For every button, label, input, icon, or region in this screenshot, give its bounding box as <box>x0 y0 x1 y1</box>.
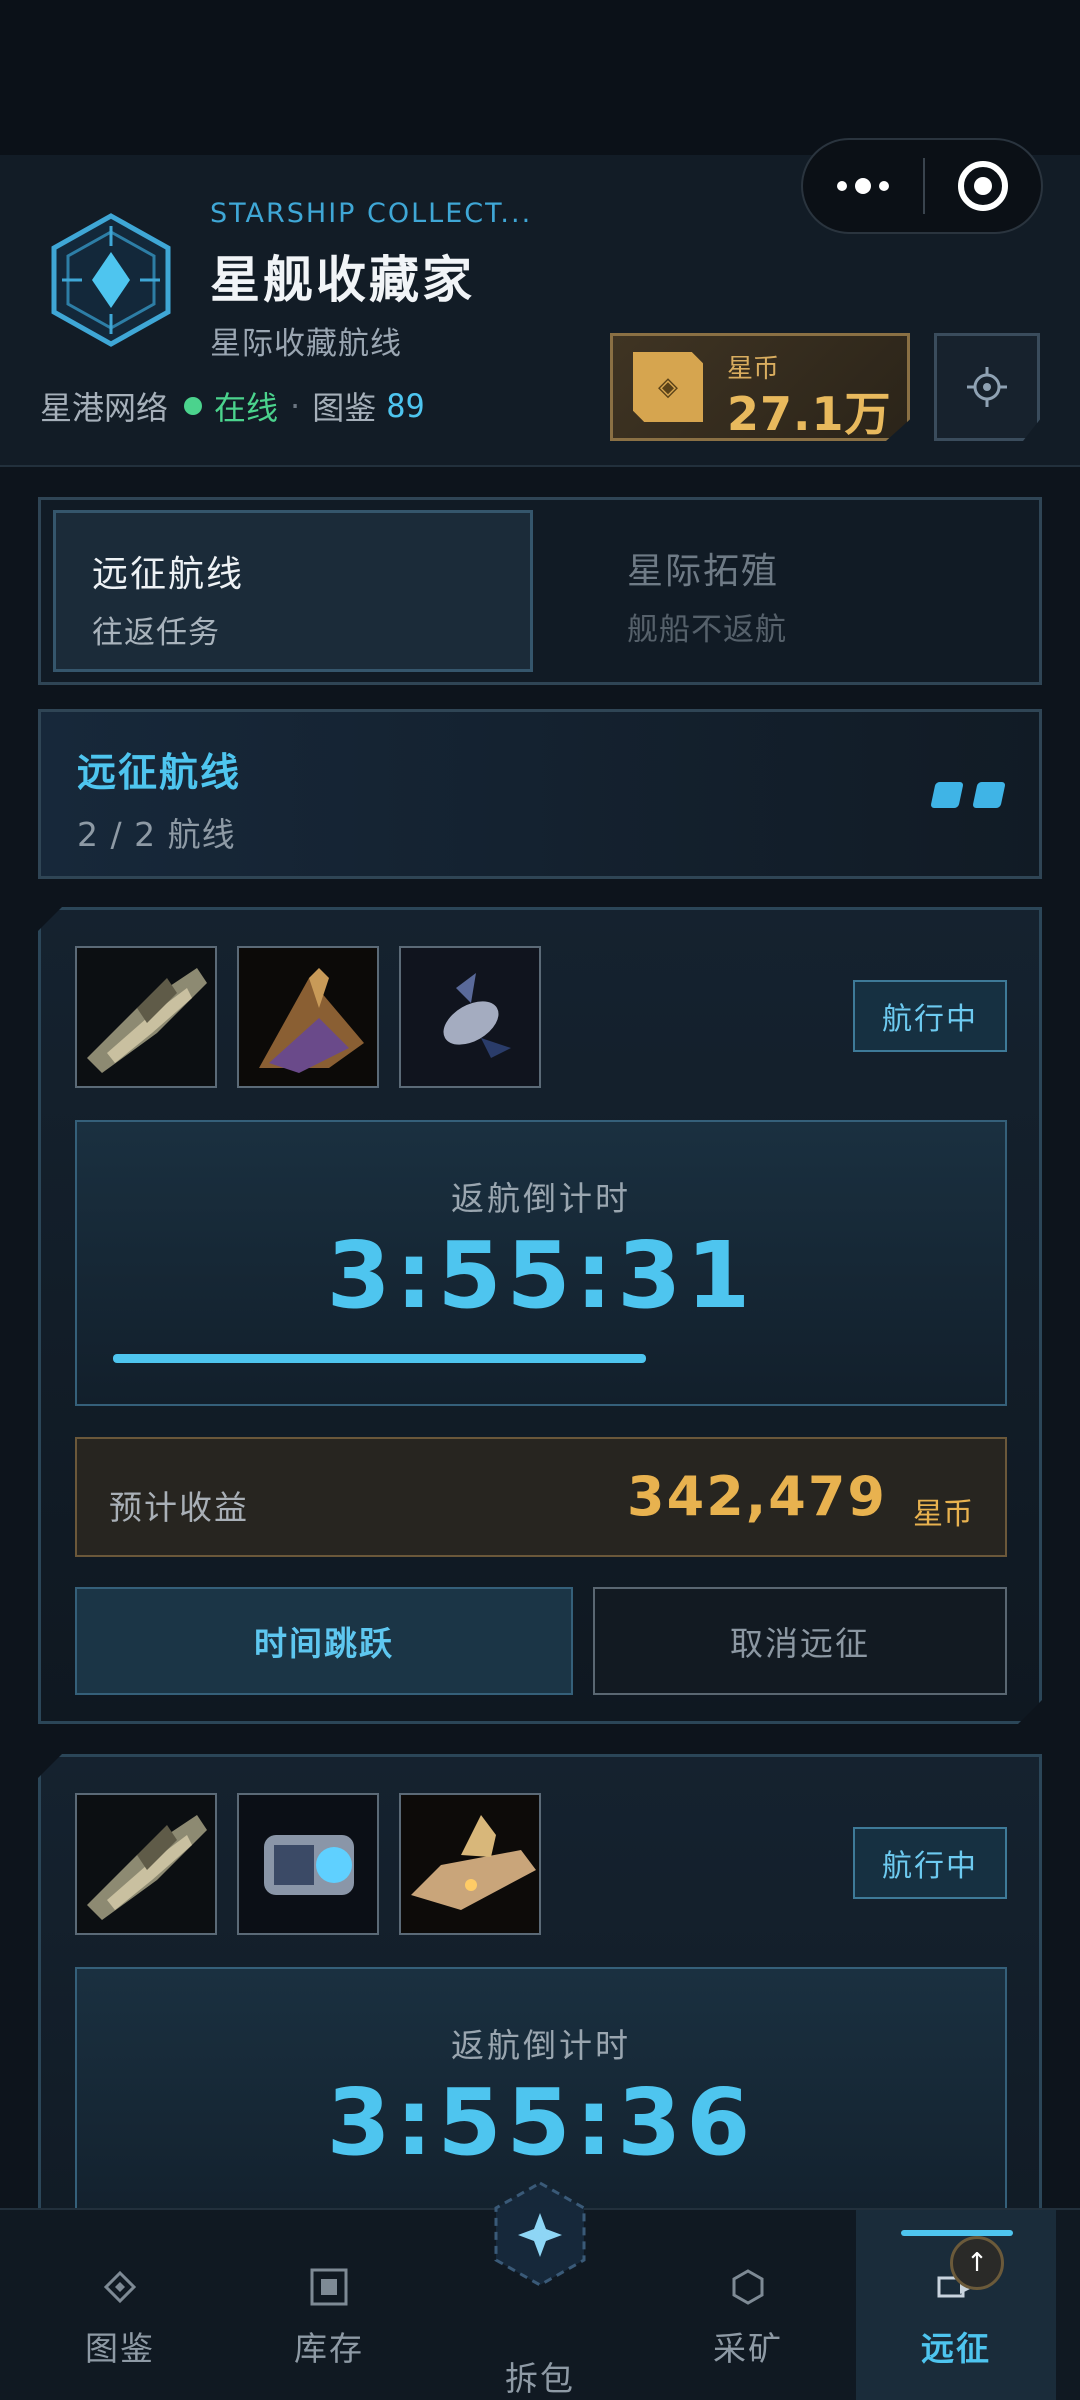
ship-image-cruiser <box>239 948 379 1088</box>
ship-image-scout <box>401 948 541 1088</box>
ship-image-carrier <box>239 1795 377 1933</box>
mini-program-capsule <box>801 138 1043 234</box>
tab-label: 库存 <box>294 2329 364 2368</box>
route-count: 2 / 2 航线 <box>77 815 236 854</box>
ship-thumbnail[interactable] <box>399 946 541 1088</box>
bottom-tab-bar: 图鉴 库存 拆包 采矿 远征 <box>0 2181 1080 2400</box>
catalog-label: 图鉴 <box>312 389 377 427</box>
ship-thumbnail[interactable] <box>75 946 217 1088</box>
cancel-expedition-button[interactable]: 取消远征 <box>593 1587 1007 1695</box>
tab-expedition[interactable]: 远征 <box>856 2210 1056 2400</box>
status-badge: 航行中 <box>853 980 1007 1052</box>
app-title: 星舰收藏家 <box>210 251 475 309</box>
slot-icon <box>972 782 1006 808</box>
online-status: 在线 <box>214 389 279 427</box>
return-timer: 返航倒计时 3:55:31 <box>75 1120 1007 1406</box>
app-subtitle: 星际收藏航线 <box>210 326 402 362</box>
ship-thumbnail[interactable] <box>237 1793 379 1935</box>
profit-value: 342,479 <box>627 1465 887 1528</box>
wallet-value: 27.1万 <box>727 387 892 441</box>
target-icon[interactable] <box>925 161 1041 211</box>
tab-mining[interactable]: 采矿 <box>648 2210 848 2400</box>
tab-catalog[interactable]: 图鉴 <box>20 2210 220 2400</box>
network-status: 星港网络 在线 · 图鉴 89 <box>40 383 425 429</box>
status-bar-area <box>0 0 1080 155</box>
tab-label: 图鉴 <box>85 2329 155 2368</box>
app-logo-icon <box>51 213 171 347</box>
tab-label: 采矿 <box>713 2329 783 2368</box>
ship-thumbnail[interactable] <box>75 1793 217 1935</box>
route-slots <box>930 782 1006 808</box>
timer-label: 返航倒计时 <box>451 2026 631 2065</box>
timer-value: 3:55:31 <box>326 1222 756 1329</box>
tab-label: 远征 <box>921 2329 991 2368</box>
profit-unit: 星币 <box>913 1497 973 1532</box>
progress-bar <box>113 1354 973 1363</box>
progress-fill <box>113 1354 646 1363</box>
tab-subtitle: 往返任务 <box>92 615 220 651</box>
diamond-icon <box>103 2262 137 2312</box>
more-dots-icon[interactable] <box>803 178 923 194</box>
ship-thumbnail[interactable] <box>399 1793 541 1935</box>
settings-button[interactable] <box>934 333 1040 441</box>
status-badge: 航行中 <box>853 1827 1007 1899</box>
online-dot-icon <box>184 397 203 415</box>
hexagon-icon <box>731 2262 765 2312</box>
route-summary: 远征航线 2 / 2 航线 <box>38 709 1042 879</box>
ship-image-battleship <box>401 1795 539 1933</box>
tab-title: 星际拓殖 <box>627 551 780 592</box>
sparkle-hex-icon <box>480 2181 600 2287</box>
tab-expedition-route[interactable]: 远征航线 往返任务 <box>53 510 533 672</box>
tab-colonization[interactable]: 星际拓殖 舰船不返航 <box>591 510 1031 672</box>
floating-assist-button[interactable]: ↑ <box>950 2236 1004 2290</box>
tab-title: 远征航线 <box>92 554 245 595</box>
coin-diamond-icon: ◈ <box>633 352 703 422</box>
route-title: 远征航线 <box>77 751 242 796</box>
gear-icon <box>967 367 1007 407</box>
tab-subtitle: 舰船不返航 <box>627 612 787 648</box>
active-tab-indicator <box>901 2230 1013 2236</box>
ship-image-gunship <box>77 948 217 1088</box>
tab-inventory[interactable]: 库存 <box>229 2210 429 2400</box>
tab-label: 拆包 <box>505 2359 575 2398</box>
expedition-card: 航行中 返航倒计时 3:55:31 预计收益 342,479 星币 时间跳跃 取… <box>38 907 1042 1724</box>
catalog-count: 89 <box>386 387 425 425</box>
network-label: 星港网络 <box>40 389 169 427</box>
timer-label: 返航倒计时 <box>451 1179 631 1218</box>
status-separator: · <box>290 387 301 425</box>
app-subtitle-en: STARSHIP COLLECT... <box>210 198 533 229</box>
time-warp-button[interactable]: 时间跳跃 <box>75 1587 573 1695</box>
mode-tab-group: 远征航线 往返任务 星际拓殖 舰船不返航 <box>38 497 1042 685</box>
slot-icon <box>930 782 964 808</box>
profit-label: 预计收益 <box>109 1488 249 1527</box>
ship-image-gunship <box>77 1795 215 1933</box>
timer-value: 3:55:36 <box>326 2069 756 2176</box>
expected-profit: 预计收益 342,479 星币 <box>75 1437 1007 1557</box>
box-icon <box>309 2262 349 2312</box>
ship-thumbnail[interactable] <box>237 946 379 1088</box>
wallet-balance[interactable]: ◈ 星币 27.1万 <box>610 333 910 441</box>
tab-unpack[interactable]: 拆包 <box>440 2181 640 2400</box>
